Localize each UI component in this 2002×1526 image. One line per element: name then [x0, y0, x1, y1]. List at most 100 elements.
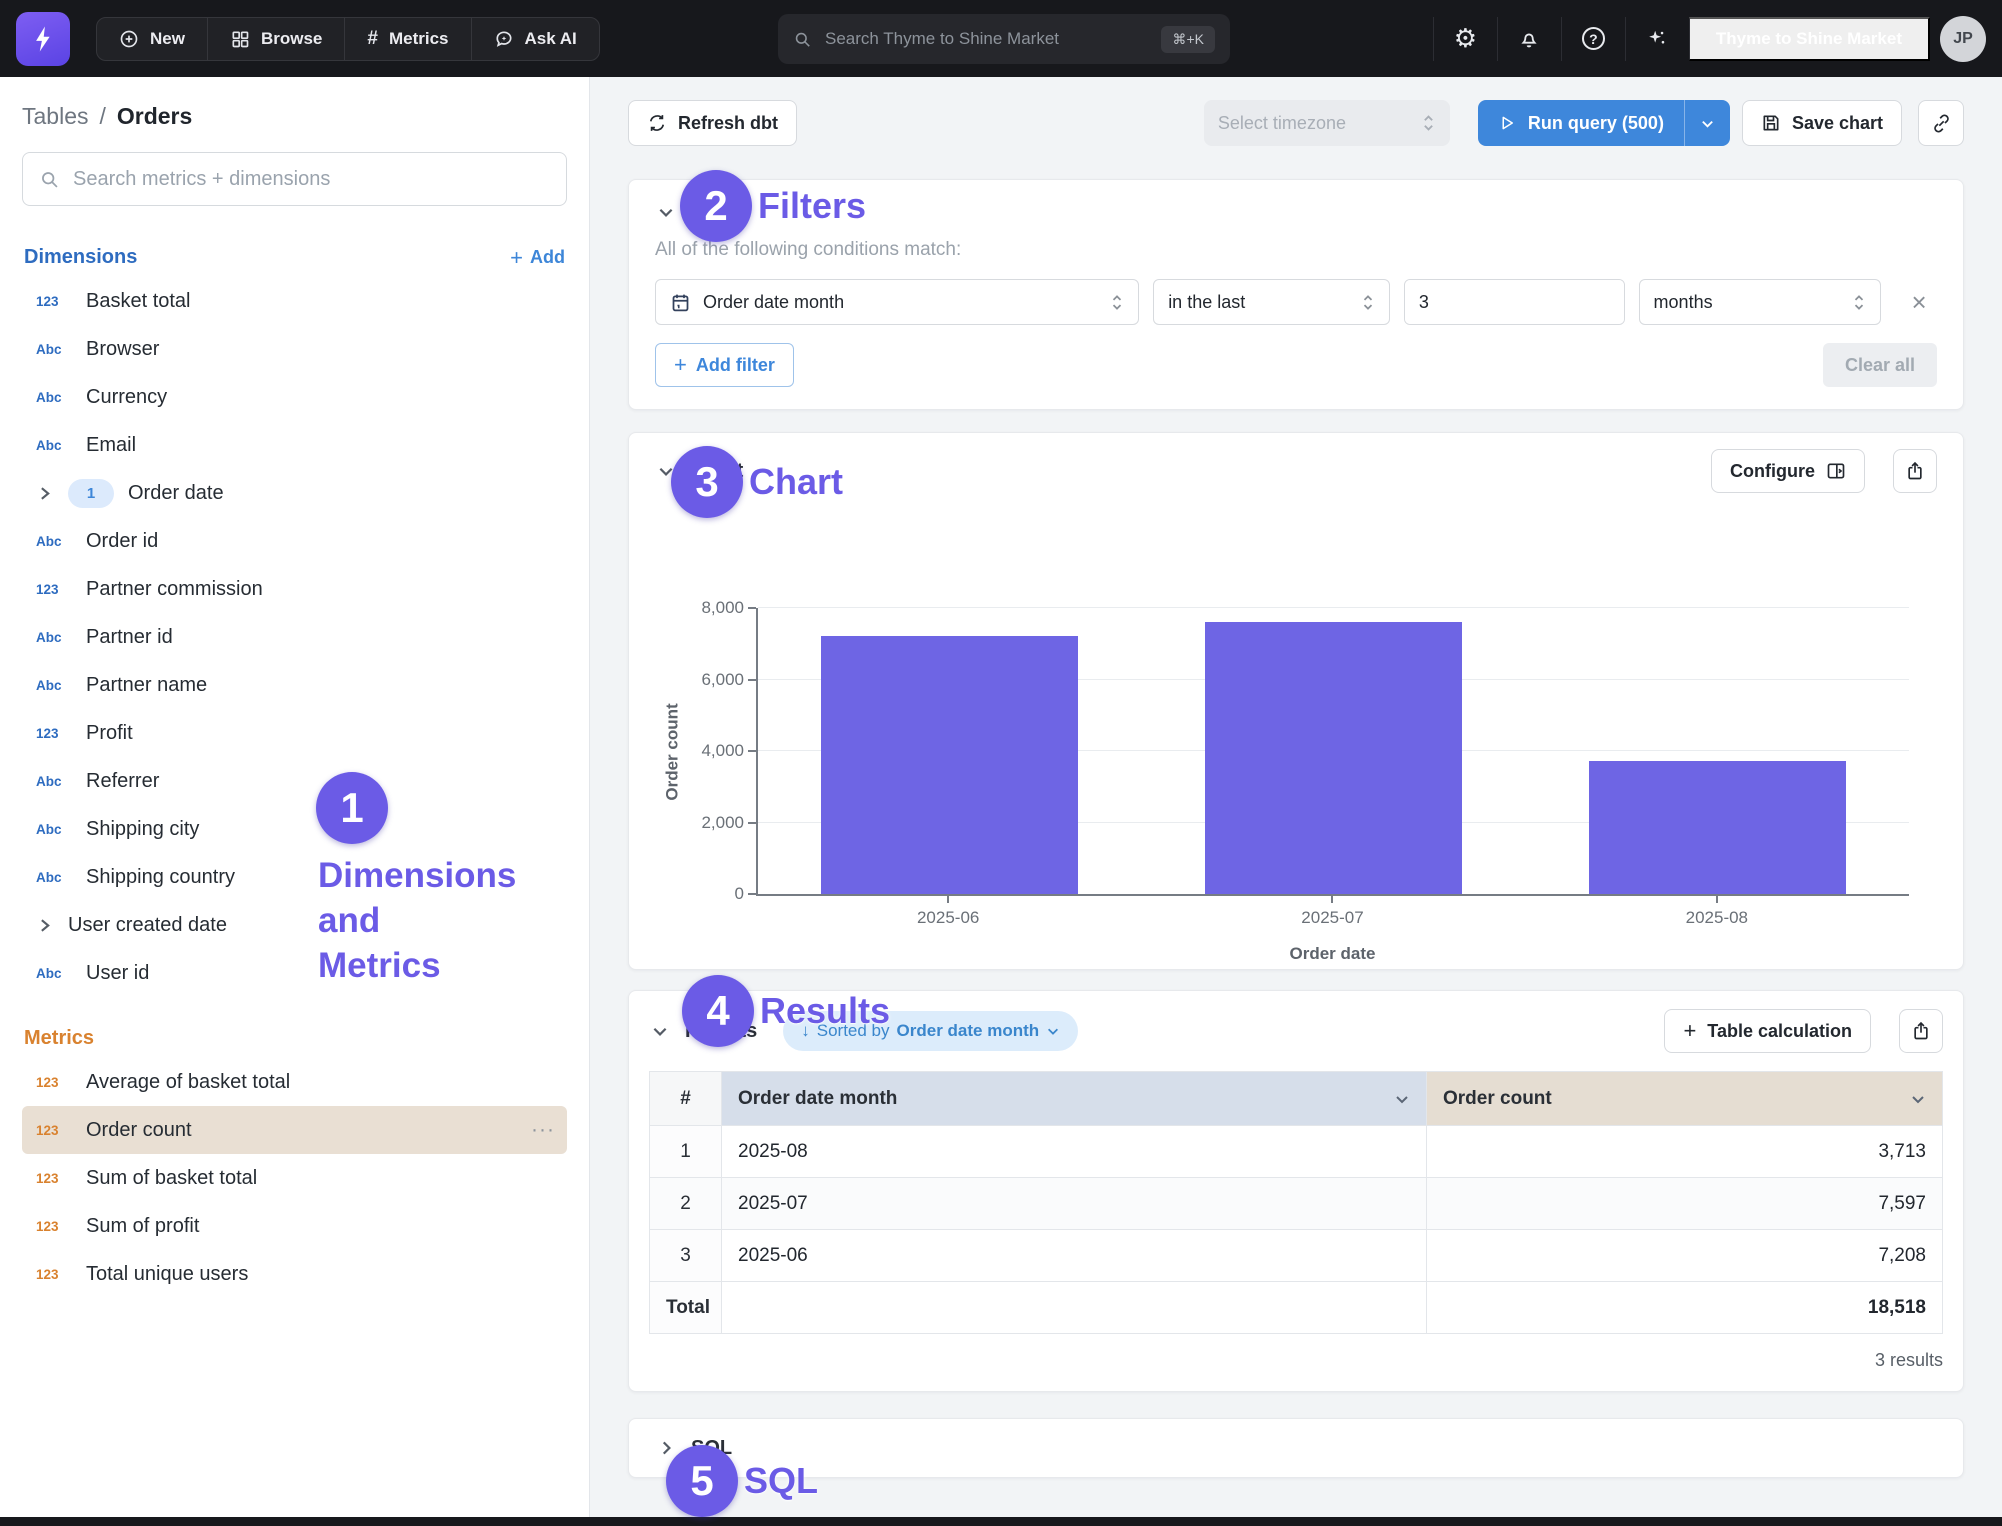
bar-2025-07[interactable]: [1205, 622, 1462, 894]
refresh-dbt-button[interactable]: Refresh dbt: [628, 100, 797, 146]
ai-sparkle-button[interactable]: [1625, 17, 1689, 61]
export-results-button[interactable]: [1899, 1009, 1943, 1053]
chevron-down-icon[interactable]: [1394, 1091, 1410, 1107]
sidebar-item-sum-of-profit[interactable]: 123Sum of profit: [22, 1202, 567, 1250]
hash-icon: #: [367, 28, 378, 50]
sidebar-item-order-date[interactable]: 1Order date: [22, 469, 567, 517]
sidebar-item-shipping-city[interactable]: AbcShipping city: [22, 805, 567, 853]
run-query-options-button[interactable]: [1684, 100, 1730, 146]
bar-slot: [1525, 608, 1909, 894]
table-row: 32025-067,208: [650, 1230, 1943, 1282]
sidebar-item-user-id[interactable]: AbcUser id: [22, 949, 567, 997]
sidebar-item-sum-of-basket-total[interactable]: 123Sum of basket total: [22, 1154, 567, 1202]
sidebar-item-profit[interactable]: 123Profit: [22, 709, 567, 757]
filter-field-select[interactable]: Order date month: [655, 279, 1139, 325]
sidebar-item-label: User id: [86, 962, 149, 985]
y-tick-mark: [748, 893, 756, 895]
breadcrumb: Tables / Orders: [22, 103, 567, 130]
row-index-cell: 1: [650, 1126, 722, 1178]
sidebar-item-referrer[interactable]: AbcReferrer: [22, 757, 567, 805]
order-count-cell[interactable]: 3,713: [1427, 1126, 1943, 1178]
configure-chart-button[interactable]: Configure: [1711, 449, 1865, 493]
column-header-order-count[interactable]: Order count: [1427, 1072, 1943, 1126]
order-date-month-cell[interactable]: 2025-08: [722, 1126, 1427, 1178]
chart-title: Chart: [691, 460, 743, 483]
filter-operator-select[interactable]: in the last: [1153, 279, 1390, 325]
sorted-by-pill[interactable]: ↓ Sorted by Order date month: [783, 1011, 1078, 1051]
save-chart-button[interactable]: Save chart: [1742, 100, 1902, 146]
sidebar-item-partner-commission[interactable]: 123Partner commission: [22, 565, 567, 613]
filter-value-input-group: [1404, 279, 1625, 325]
nav-new-button[interactable]: New: [97, 18, 207, 60]
chevron-down-icon[interactable]: [1910, 1091, 1926, 1107]
filters-collapse-toggle[interactable]: [655, 201, 677, 223]
sidebar-item-user-created-date[interactable]: User created date: [22, 901, 567, 949]
order-count-cell[interactable]: 7,597: [1427, 1178, 1943, 1230]
add-filter-button[interactable]: + Add filter: [655, 343, 794, 387]
sidebar-item-label: Shipping city: [86, 818, 199, 841]
nav-metrics-button[interactable]: # Metrics: [344, 18, 470, 60]
string-type-icon: Abc: [36, 438, 72, 453]
dimensions-header: Dimensions + Add: [22, 246, 567, 269]
nav-ask-ai-label: Ask AI: [525, 29, 577, 49]
sidebar-item-browser[interactable]: AbcBrowser: [22, 325, 567, 373]
results-collapse-toggle[interactable]: [649, 1020, 671, 1042]
sidebar-item-partner-name[interactable]: AbcPartner name: [22, 661, 567, 709]
org-switcher[interactable]: Thyme to Shine Market: [1689, 17, 1930, 61]
string-type-icon: Abc: [36, 870, 72, 885]
clear-all-filters-button[interactable]: Clear all: [1823, 343, 1937, 387]
filter-unit-select[interactable]: months: [1639, 279, 1882, 325]
sidebar-item-average-of-basket-total[interactable]: 123Average of basket total: [22, 1058, 567, 1106]
filter-value-input[interactable]: [1405, 280, 1625, 324]
calendar-icon: [670, 292, 691, 313]
item-menu-icon[interactable]: ···: [531, 1118, 555, 1142]
row-index-cell: 2: [650, 1178, 722, 1230]
table-calculation-button[interactable]: + Table calculation: [1664, 1009, 1871, 1053]
string-type-icon: Abc: [36, 774, 72, 789]
column-header-order-date-month[interactable]: Order date month: [722, 1072, 1427, 1126]
copy-link-button[interactable]: [1918, 100, 1964, 146]
sidebar-item-email[interactable]: AbcEmail: [22, 421, 567, 469]
user-avatar[interactable]: JP: [1940, 16, 1986, 62]
bar-2025-08[interactable]: [1589, 761, 1846, 894]
run-query-button[interactable]: Run query (500): [1478, 100, 1684, 146]
column-header-label: Order date month: [738, 1088, 897, 1110]
export-chart-button[interactable]: [1893, 449, 1937, 493]
sidebar-item-order-id[interactable]: AbcOrder id: [22, 517, 567, 565]
bar-2025-06[interactable]: [821, 636, 1078, 894]
y-tick-label: 2,000: [701, 813, 744, 833]
order-count-cell[interactable]: 7,208: [1427, 1230, 1943, 1282]
active-fields-badge: 1: [68, 479, 114, 508]
y-tick-mark: [748, 607, 756, 609]
sidebar-item-currency[interactable]: AbcCurrency: [22, 373, 567, 421]
fields-search[interactable]: [22, 152, 567, 206]
notifications-button[interactable]: [1497, 17, 1561, 61]
sidebar-item-order-count[interactable]: 123Order count···: [22, 1106, 567, 1154]
nav-ask-ai-button[interactable]: Ask AI: [471, 18, 599, 60]
add-filter-label: Add filter: [696, 355, 775, 376]
sidebar-item-shipping-country[interactable]: AbcShipping country: [22, 853, 567, 901]
order-date-month-cell[interactable]: 2025-06: [722, 1230, 1427, 1282]
gear-icon: ⚙: [1454, 26, 1477, 52]
fields-search-input[interactable]: [73, 168, 550, 191]
nav-browse-button[interactable]: Browse: [207, 18, 344, 60]
order-date-month-cell[interactable]: 2025-07: [722, 1178, 1427, 1230]
global-search[interactable]: Search Thyme to Shine Market ⌘+K: [778, 14, 1230, 64]
sidebar-item-partner-id[interactable]: AbcPartner id: [22, 613, 567, 661]
sql-expand-toggle[interactable]: [655, 1437, 677, 1459]
updown-chevrons-icon: [1421, 112, 1436, 134]
chart-collapse-toggle[interactable]: [655, 460, 677, 482]
sidebar-item-total-unique-users[interactable]: 123Total unique users: [22, 1250, 567, 1298]
panel-icon: [1826, 461, 1846, 481]
remove-filter-button[interactable]: ×: [1901, 284, 1937, 320]
number-type-icon: 123: [36, 1267, 72, 1282]
timezone-select[interactable]: Select timezone: [1204, 100, 1450, 146]
add-dimension-button[interactable]: + Add: [510, 247, 565, 269]
sidebar-item-basket-total[interactable]: 123Basket total: [22, 277, 567, 325]
breadcrumb-tables-link[interactable]: Tables: [22, 103, 88, 130]
help-button[interactable]: ?: [1561, 17, 1625, 61]
nav-new-label: New: [150, 29, 185, 49]
app-logo[interactable]: [16, 12, 70, 66]
settings-button[interactable]: ⚙: [1433, 17, 1497, 61]
navbar-right-group: ⚙ ? Thyme to Shine Market JP: [1433, 17, 1986, 61]
